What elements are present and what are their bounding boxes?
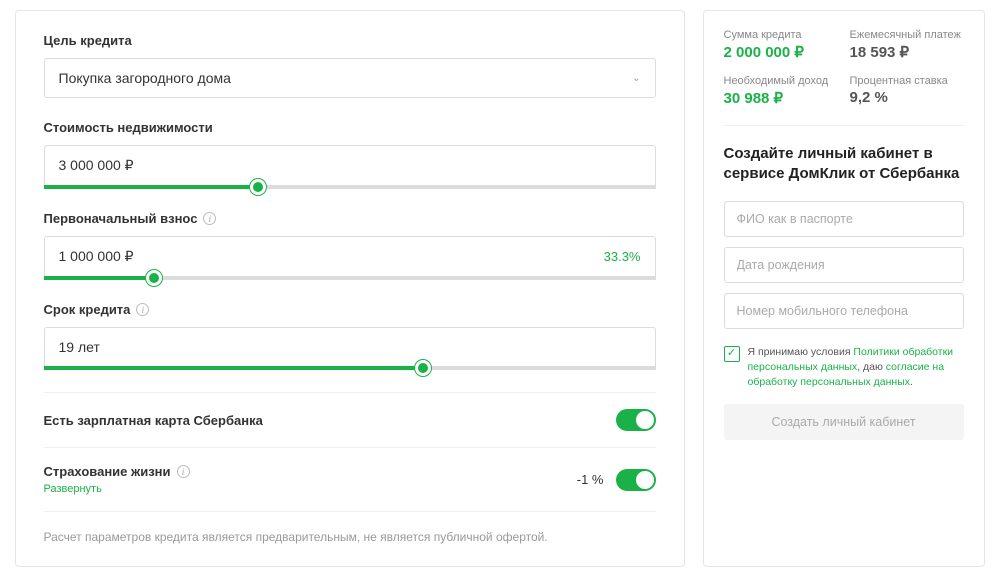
summary-income: Необходимый доход 30 988 ₽ [724, 75, 838, 107]
term-slider-thumb[interactable] [415, 360, 431, 376]
summary-amount-value: 2 000 000 ₽ [724, 43, 838, 61]
term-value: 19 лет [59, 339, 100, 355]
purpose-select[interactable]: Покупка загородного дома ⌄ [44, 58, 656, 98]
disclaimer-text: Расчет параметров кредита является предв… [44, 530, 656, 544]
dob-input[interactable] [724, 247, 964, 283]
info-icon[interactable]: i [203, 212, 216, 225]
downpayment-input[interactable]: 1 000 000 ₽ 33.3% [44, 236, 656, 277]
property-field: Стоимость недвижимости 3 000 000 ₽ [44, 120, 656, 189]
info-icon[interactable]: i [177, 465, 190, 478]
downpayment-field: Первоначальный взнос i 1 000 000 ₽ 33.3% [44, 211, 656, 280]
phone-input[interactable] [724, 293, 964, 329]
property-slider[interactable] [44, 185, 656, 189]
summary-income-value: 30 988 ₽ [724, 89, 838, 107]
downpayment-label: Первоначальный взнос [44, 211, 198, 226]
downpayment-slider-thumb[interactable] [146, 270, 162, 286]
summary-panel: Сумма кредита 2 000 000 ₽ Ежемесячный пл… [703, 10, 985, 567]
summary-rate: Процентная ставка 9,2 % [850, 75, 964, 107]
property-slider-fill [44, 185, 258, 189]
property-slider-thumb[interactable] [250, 179, 266, 195]
signup-title: Создайте личный кабинет в сервисе ДомКли… [724, 144, 964, 185]
create-account-button[interactable]: Создать личный кабинет [724, 404, 964, 440]
term-slider-fill [44, 366, 423, 370]
salary-card-toggle[interactable] [616, 409, 656, 431]
downpayment-slider-fill [44, 276, 154, 280]
summary-amount-label: Сумма кредита [724, 29, 838, 41]
insurance-row: Страхование жизни i Развернуть -1 % [44, 447, 656, 512]
property-value: 3 000 000 ₽ [59, 157, 134, 174]
term-label: Срок кредита [44, 302, 131, 317]
purpose-field: Цель кредита Покупка загородного дома ⌄ [44, 33, 656, 98]
chevron-down-icon: ⌄ [632, 73, 640, 84]
summary-payment-label: Ежемесячный платеж [850, 29, 964, 41]
summary-rate-value: 9,2 % [850, 89, 964, 106]
downpayment-percent: 33.3% [604, 249, 641, 264]
summary-income-label: Необходимый доход [724, 75, 838, 87]
salary-card-label: Есть зарплатная карта Сбербанка [44, 413, 263, 428]
downpayment-value: 1 000 000 ₽ [59, 248, 134, 265]
summary-rate-label: Процентная ставка [850, 75, 964, 87]
summary-payment: Ежемесячный платеж 18 593 ₽ [850, 29, 964, 61]
summary-amount: Сумма кредита 2 000 000 ₽ [724, 29, 838, 61]
calculator-panel: Цель кредита Покупка загородного дома ⌄ … [15, 10, 685, 567]
info-icon[interactable]: i [136, 303, 149, 316]
check-icon: ✓ [727, 348, 736, 359]
downpayment-slider[interactable] [44, 276, 656, 280]
purpose-label: Цель кредита [44, 33, 656, 48]
salary-card-row: Есть зарплатная карта Сбербанка [44, 392, 656, 447]
insurance-expand-link[interactable]: Развернуть [44, 483, 190, 495]
purpose-value: Покупка загородного дома [59, 70, 231, 86]
toggle-knob [636, 471, 654, 489]
toggle-knob [636, 411, 654, 429]
fullname-input[interactable] [724, 201, 964, 237]
consent-checkbox[interactable]: ✓ [724, 346, 740, 362]
term-slider[interactable] [44, 366, 656, 370]
insurance-label: Страхование жизни [44, 464, 171, 479]
property-input[interactable]: 3 000 000 ₽ [44, 145, 656, 186]
insurance-discount: -1 % [577, 472, 604, 487]
term-field: Срок кредита i 19 лет [44, 302, 656, 370]
term-input[interactable]: 19 лет [44, 327, 656, 367]
insurance-toggle[interactable] [616, 469, 656, 491]
consent-text: Я принимаю условия Политики обработки пе… [748, 345, 964, 391]
summary-payment-value: 18 593 ₽ [850, 43, 964, 61]
property-label: Стоимость недвижимости [44, 120, 656, 135]
